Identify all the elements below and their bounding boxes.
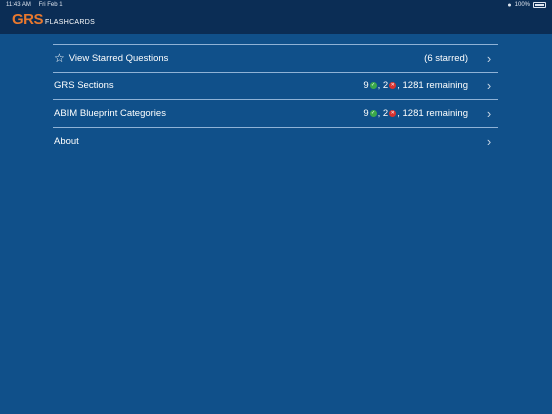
abim-remaining: , 1281 remaining: [397, 107, 468, 119]
status-left: 11:43 AM Fri Feb 1: [6, 2, 69, 8]
starred-count-text: (6 starred): [424, 52, 468, 64]
app-logo: GRS FLASHCARDS: [12, 11, 95, 28]
chevron-right-icon: ›: [486, 133, 492, 149]
battery-icon: [533, 2, 546, 8]
abim-incorrect-count: 2: [382, 107, 389, 119]
starred-label-group: ☆ View Starred Questions: [54, 52, 424, 64]
about-label-group: About: [54, 136, 484, 147]
starred-label: View Starred Questions: [68, 52, 169, 64]
starred-count: (6 starred): [424, 53, 468, 64]
wifi-icon: ●: [507, 1, 512, 9]
sections-progress: 9 ✓ , 2 ✕ , 1281 remaining: [363, 80, 468, 91]
abim-correct-count: 9: [363, 107, 369, 119]
logo-grs: GRS: [12, 11, 44, 28]
x-icon: ✕: [389, 109, 397, 117]
sections-remaining: , 1281 remaining: [397, 80, 468, 92]
logo-flashcards: FLASHCARDS: [45, 19, 96, 26]
sections-correct-count: 9: [363, 80, 369, 92]
menu-item-starred[interactable]: ☆ View Starred Questions (6 starred) ›: [53, 45, 498, 73]
status-bar: 11:43 AM Fri Feb 1 ● 100%: [0, 0, 552, 10]
about-label: About: [54, 135, 79, 147]
status-date: Fri Feb 1: [38, 2, 63, 8]
battery-percent: 100%: [514, 2, 530, 8]
sections-label: GRS Sections: [54, 80, 114, 92]
main-menu: ☆ View Starred Questions (6 starred) › G…: [53, 44, 498, 155]
status-right: ● 100%: [507, 2, 546, 9]
abim-progress: 9 ✓ , 2 ✕ , 1281 remaining: [363, 108, 468, 119]
menu-item-about[interactable]: About ›: [53, 128, 498, 156]
menu-item-abim-categories[interactable]: ABIM Blueprint Categories 9 ✓ , 2 ✕ , 12…: [53, 100, 498, 128]
menu-item-grs-sections[interactable]: GRS Sections 9 ✓ , 2 ✕ , 1281 remaining …: [53, 73, 498, 100]
star-icon: ☆: [54, 51, 65, 66]
chevron-right-icon: ›: [486, 78, 492, 94]
chevron-right-icon: ›: [486, 105, 492, 121]
sections-incorrect-count: 2: [382, 80, 389, 92]
abim-label: ABIM Blueprint Categories: [54, 107, 166, 119]
check-icon: ✓: [369, 109, 377, 117]
nav-bar: GRS FLASHCARDS: [0, 10, 552, 34]
check-icon: ✓: [369, 82, 377, 90]
chevron-right-icon: ›: [486, 50, 492, 66]
status-time: 11:43 AM: [6, 2, 31, 8]
x-icon: ✕: [389, 82, 397, 90]
abim-label-group: ABIM Blueprint Categories: [54, 108, 363, 119]
sections-label-group: GRS Sections: [54, 80, 363, 91]
